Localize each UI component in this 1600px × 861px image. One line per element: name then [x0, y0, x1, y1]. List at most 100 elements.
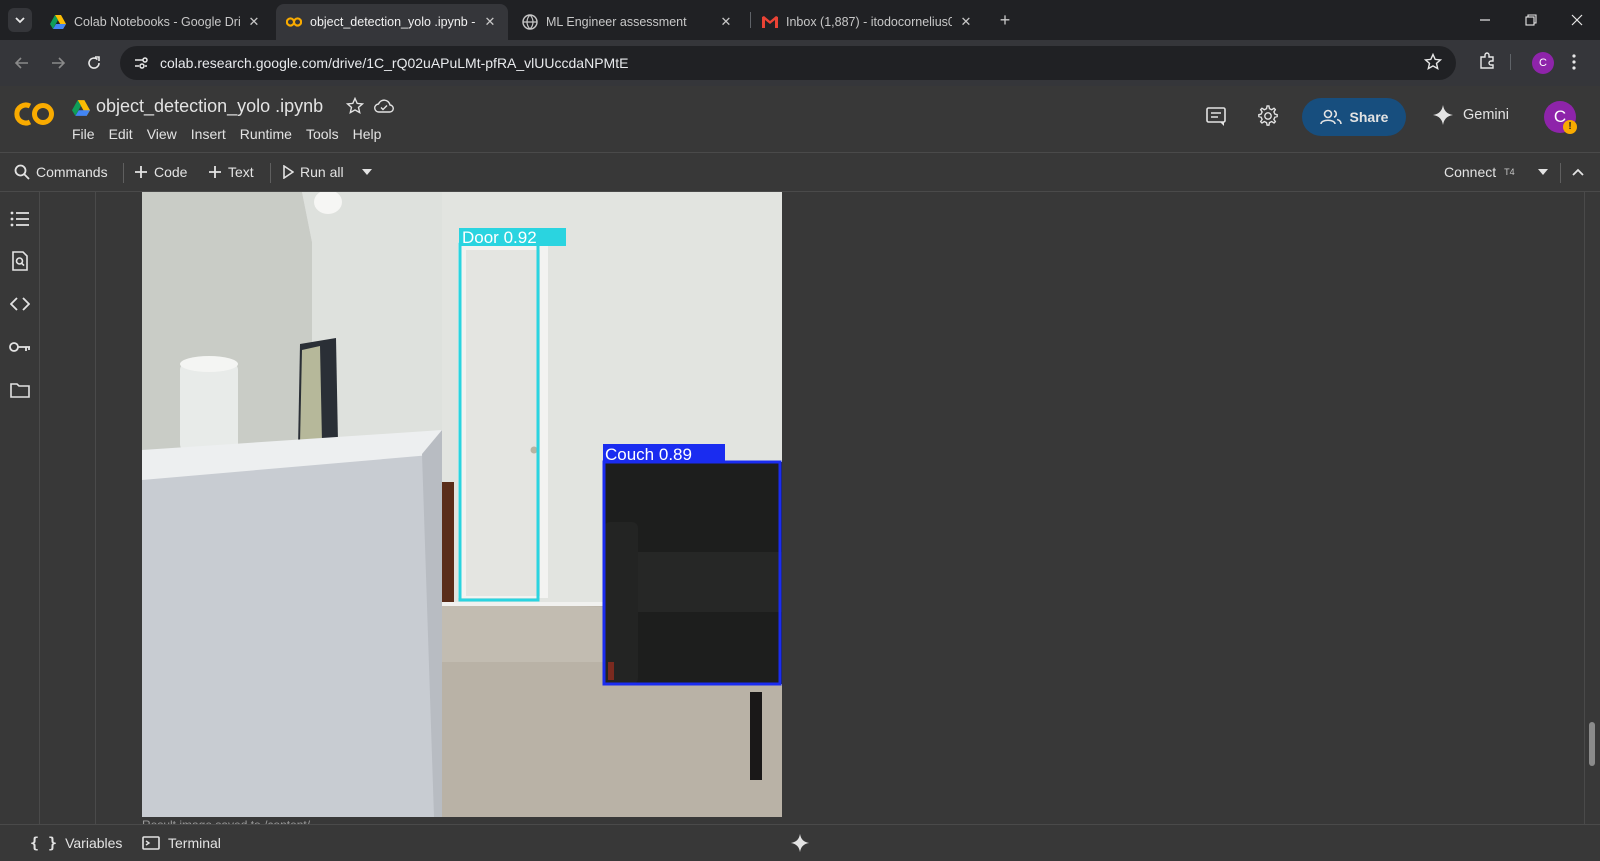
tab-divider	[750, 12, 751, 28]
variables-button[interactable]: { } Variables	[30, 825, 122, 861]
menu-insert[interactable]: Insert	[191, 126, 234, 142]
close-tab-icon[interactable]: ✕	[246, 14, 262, 30]
add-code-button[interactable]: Code	[134, 153, 187, 191]
bookmark-star-icon[interactable]	[1423, 52, 1443, 76]
find-replace-icon[interactable]	[9, 250, 31, 272]
notebook-title[interactable]: object_detection_yolo .ipynb	[96, 96, 323, 117]
extensions-puzzle-icon[interactable]	[1478, 52, 1496, 75]
browser-tab-bar: Colab Notebooks - Google Driv ✕ object_d…	[0, 0, 1600, 40]
commands-label: Commands	[36, 164, 108, 180]
back-button[interactable]	[10, 51, 34, 75]
cell-gutter	[40, 192, 96, 824]
tab-ml-engineer-assessment[interactable]: ML Engineer assessment ✕	[512, 4, 744, 40]
tab-title: Inbox (1,887) - itodocornelius0(	[786, 15, 952, 29]
tab-search-button[interactable]	[8, 8, 32, 32]
tab-title: ML Engineer assessment	[546, 15, 687, 29]
arrow-left-icon	[14, 57, 28, 69]
toolbar-divider	[270, 163, 271, 183]
chevron-up-icon	[1572, 168, 1584, 176]
share-button[interactable]: Share	[1302, 98, 1406, 136]
menu-file[interactable]: File	[72, 126, 103, 142]
door-detection-label: Door 0.92	[462, 228, 537, 247]
code-label: Code	[154, 164, 188, 180]
close-icon	[1571, 14, 1583, 26]
gear-icon[interactable]	[1257, 105, 1279, 132]
gmail-icon	[762, 14, 778, 30]
url-text: colab.research.google.com/drive/1C_rQ02u…	[160, 55, 629, 71]
minimize-icon	[1480, 19, 1490, 21]
connect-button[interactable]: Connect T4	[1444, 153, 1515, 191]
colab-logo[interactable]	[14, 100, 56, 128]
couch-detection-label: Couch 0.89	[605, 445, 692, 464]
menu-bar: File Edit View Insert Runtime Tools Help	[72, 126, 395, 142]
tab-gmail-inbox[interactable]: Inbox (1,887) - itodocornelius0( ✕	[752, 4, 984, 40]
run-all-button[interactable]: Run all	[282, 153, 344, 191]
braces-icon: { }	[30, 834, 58, 852]
terminal-button[interactable]: Terminal	[142, 825, 221, 861]
left-sidebar	[0, 192, 40, 824]
caret-down-icon	[1538, 169, 1548, 175]
menu-tools[interactable]: Tools	[306, 126, 347, 142]
table-of-contents-icon[interactable]	[9, 208, 31, 230]
close-tab-icon[interactable]: ✕	[482, 14, 498, 30]
plus-icon	[209, 166, 221, 178]
play-icon	[283, 165, 294, 179]
tab-title: object_detection_yolo .ipynb - C	[310, 15, 476, 29]
reload-button[interactable]	[82, 51, 106, 75]
collapse-header-button[interactable]	[1572, 153, 1584, 191]
more-vert-icon[interactable]	[1572, 54, 1576, 75]
gemini-sparkle-icon	[1433, 105, 1453, 125]
forward-button[interactable]	[46, 51, 70, 75]
caret-down-icon	[362, 169, 372, 175]
star-icon[interactable]	[345, 96, 365, 120]
chevron-down-icon	[15, 17, 25, 24]
menu-edit[interactable]: Edit	[109, 126, 141, 142]
people-icon	[1319, 109, 1342, 125]
close-window-button[interactable]	[1554, 0, 1600, 40]
run-options-dropdown[interactable]	[362, 153, 372, 191]
comment-icon[interactable]	[1205, 106, 1227, 133]
close-tab-icon[interactable]: ✕	[958, 14, 974, 30]
address-bar[interactable]: colab.research.google.com/drive/1C_rQ02u…	[120, 46, 1456, 80]
colab-icon	[286, 14, 302, 30]
plus-icon	[135, 166, 147, 178]
terminal-icon	[142, 836, 160, 850]
toolbar-divider	[1560, 163, 1561, 183]
colab-header: object_detection_yolo .ipynb File Edit V…	[0, 86, 1600, 152]
google-drive-icon	[50, 14, 66, 30]
cloud-saved-icon[interactable]	[374, 98, 394, 119]
variables-label: Variables	[65, 835, 123, 851]
add-text-button[interactable]: Text	[208, 153, 254, 191]
scrollbar-thumb[interactable]	[1589, 722, 1595, 766]
globe-icon	[522, 14, 538, 30]
minimize-button[interactable]	[1462, 0, 1508, 40]
gemini-sparkle-icon[interactable]	[790, 833, 810, 858]
share-label: Share	[1349, 109, 1389, 125]
reload-icon	[88, 56, 100, 69]
google-drive-icon[interactable]	[72, 100, 90, 121]
site-info-icon[interactable]	[126, 55, 156, 71]
commands-button[interactable]: Commands	[14, 153, 108, 191]
toolbar-divider	[123, 163, 124, 183]
new-tab-button[interactable]: +	[994, 9, 1016, 31]
menu-help[interactable]: Help	[353, 126, 390, 142]
browser-toolbar: colab.research.google.com/drive/1C_rQ02u…	[0, 40, 1600, 86]
search-icon	[14, 164, 30, 180]
gemini-button[interactable]: Gemini	[1432, 104, 1509, 126]
browser-profile-avatar[interactable]: C	[1532, 52, 1554, 74]
connect-label: Connect	[1444, 164, 1497, 180]
toolbar-divider	[1510, 54, 1511, 70]
menu-view[interactable]: View	[147, 126, 185, 142]
code-snippets-icon[interactable]	[9, 293, 31, 315]
tab-object-detection-notebook[interactable]: object_detection_yolo .ipynb - C ✕	[276, 4, 508, 40]
menu-runtime[interactable]: Runtime	[240, 126, 300, 142]
bottom-bar: { } Variables Terminal	[0, 824, 1600, 860]
close-tab-icon[interactable]: ✕	[718, 14, 734, 30]
run-all-label: Run all	[300, 164, 344, 180]
gemini-label: Gemini	[1463, 107, 1509, 123]
secrets-key-icon[interactable]	[9, 336, 31, 358]
files-folder-icon[interactable]	[9, 379, 31, 401]
connect-options-dropdown[interactable]	[1538, 153, 1548, 191]
tab-colab-notebooks-drive[interactable]: Colab Notebooks - Google Driv ✕	[40, 4, 272, 40]
restore-button[interactable]	[1508, 0, 1554, 40]
